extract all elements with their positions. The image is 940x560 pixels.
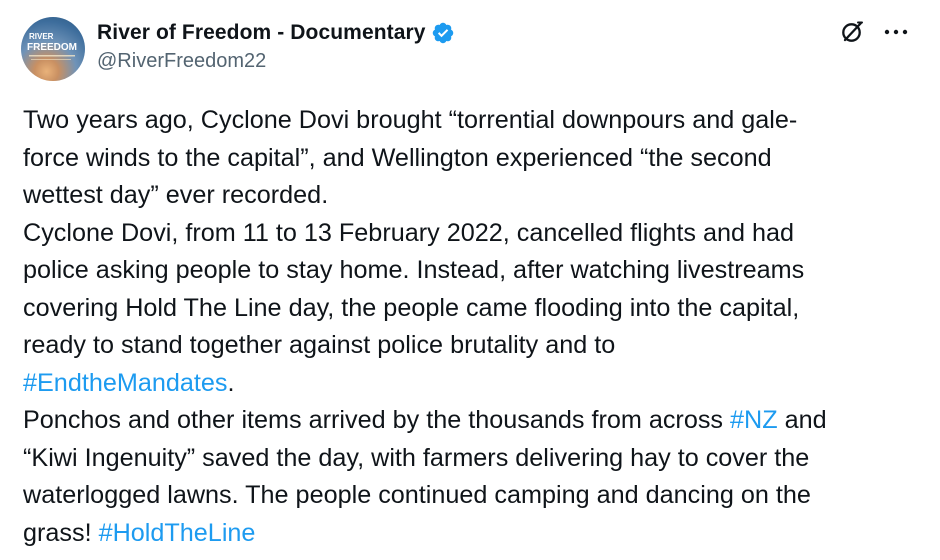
author-handle[interactable]: @RiverFreedom22 xyxy=(97,50,455,73)
tweet-line: Cyclone Dovi, from 11 to 13 February 202… xyxy=(23,218,794,247)
tweet-line: grass! xyxy=(23,518,99,547)
tweet-paragraph-2: Cyclone Dovi, from 11 to 13 February 202… xyxy=(23,215,903,403)
hashtag-nz[interactable]: #NZ xyxy=(730,406,778,434)
avatar-logo-text-1: RIVER xyxy=(29,32,54,41)
tweet-text: Two years ago, Cyclone Dovi brought “tor… xyxy=(23,102,903,552)
tweet-line: force winds to the capital”, and Welling… xyxy=(23,143,772,172)
tweet-line: Two years ago, Cyclone Dovi brought “tor… xyxy=(23,106,798,134)
avatar-logo: RIVER FREEDOM xyxy=(27,32,77,60)
verified-badge-icon[interactable] xyxy=(431,21,455,45)
hashtag-holdtheline[interactable]: #HoldTheLine xyxy=(99,519,256,547)
tweet-line: ready to stand together against police b… xyxy=(23,331,616,359)
grok-icon[interactable] xyxy=(838,18,866,46)
display-name[interactable]: River of Freedom - Documentary xyxy=(97,21,426,45)
avatar-logo-text-2: FREEDOM xyxy=(27,42,77,53)
tweet-top-actions xyxy=(838,18,910,46)
tweet-line-end: . xyxy=(227,368,235,397)
hashtag-endthemandates[interactable]: #EndtheMandates xyxy=(23,369,227,397)
author-block: River of Freedom - Documentary @RiverFre… xyxy=(97,19,455,73)
tweet-card: RIVER FREEDOM River of Freedom - Documen… xyxy=(0,0,940,560)
tweet-line: Ponchos and other items arrived by the t… xyxy=(23,406,731,434)
tweet-paragraph-3: Ponchos and other items arrived by the t… xyxy=(23,402,903,552)
display-name-row: River of Freedom - Documentary xyxy=(97,19,455,47)
more-options-icon[interactable] xyxy=(882,18,910,46)
tweet-line: police asking people to stay home. Inste… xyxy=(23,256,805,284)
tweet-line: covering Hold The Line day, the people c… xyxy=(23,293,800,322)
tweet-line: wettest day” ever recorded. xyxy=(23,181,329,209)
avatar[interactable]: RIVER FREEDOM xyxy=(21,17,85,81)
tweet-line: waterlogged lawns. The people continued … xyxy=(23,481,811,509)
tweet-line: “Kiwi Ingenuity” saved the day, with far… xyxy=(23,443,810,472)
tweet-paragraph-1: Two years ago, Cyclone Dovi brought “tor… xyxy=(23,102,903,215)
tweet-line-end: and xyxy=(777,406,827,434)
